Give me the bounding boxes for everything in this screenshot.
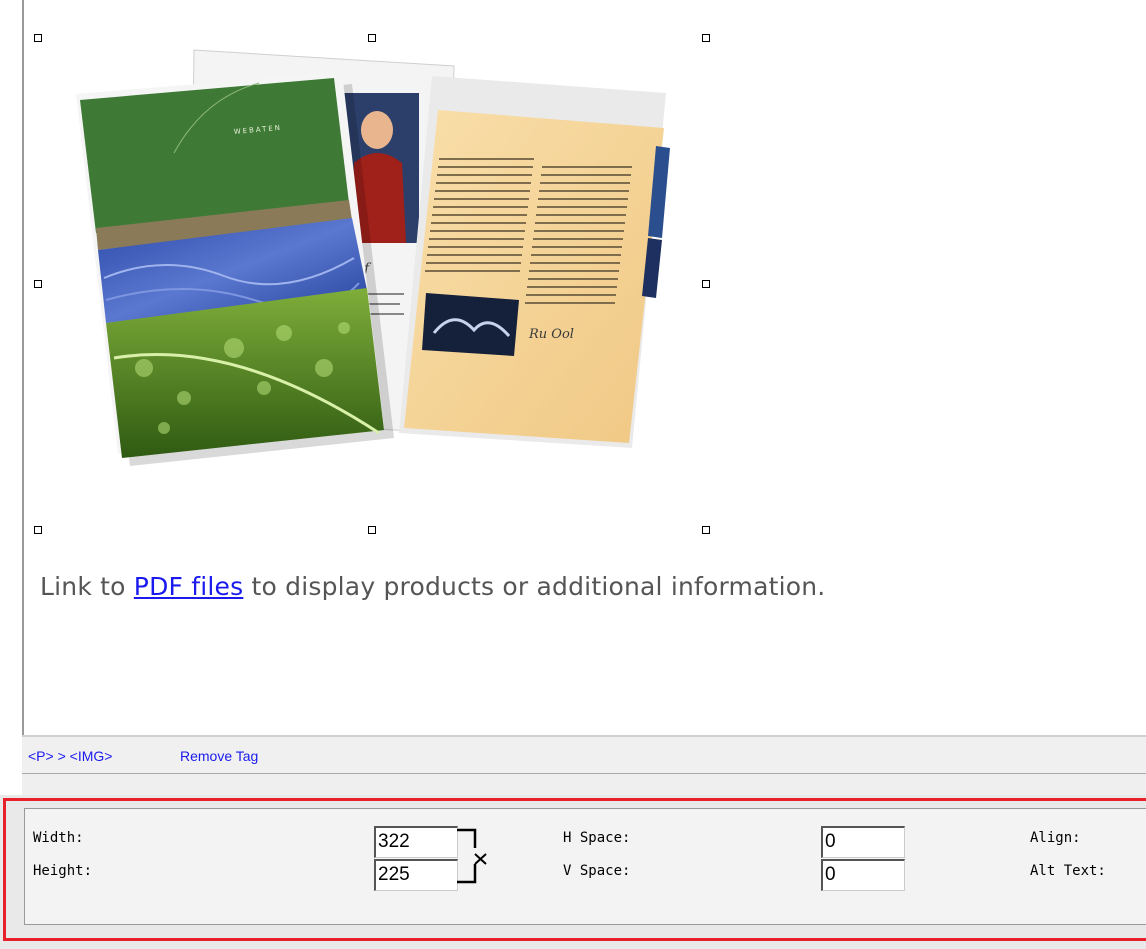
resize-handle-top-left[interactable]: [34, 34, 42, 42]
align-label: Align:: [1030, 830, 1081, 846]
vspace-label: V Space:: [563, 863, 631, 879]
height-label: Height:: [33, 863, 93, 879]
body-paragraph: Link to PDF files to display products or…: [40, 572, 825, 601]
tag-path[interactable]: <P> > <IMG>: [28, 748, 112, 764]
brochure-illustration: f Ru Ool WEBATEN: [76, 49, 670, 466]
resize-handle-bottom-right[interactable]: [702, 526, 710, 534]
width-label: Width:: [33, 830, 84, 846]
remove-tag-button[interactable]: Remove Tag: [180, 748, 258, 764]
editor-left-border: [22, 0, 24, 735]
resize-handle-middle-right[interactable]: [702, 280, 710, 288]
hspace-input[interactable]: 0: [821, 826, 905, 858]
height-input[interactable]: 225: [374, 859, 458, 891]
resize-handle-bottom-center[interactable]: [368, 526, 376, 534]
hspace-label: H Space:: [563, 830, 631, 846]
body-text-before-link: Link to: [40, 572, 134, 601]
tag-selector-bar: <P> > <IMG> Remove Tag: [22, 735, 1146, 775]
toolbar-divider-strip: [22, 773, 1146, 796]
resize-handle-top-right[interactable]: [702, 34, 710, 42]
resize-handle-middle-left[interactable]: [34, 280, 42, 288]
width-input[interactable]: 322: [374, 826, 458, 858]
resize-handle-top-center[interactable]: [368, 34, 376, 42]
body-text-after-link: to display products or additional inform…: [243, 572, 826, 601]
vspace-input[interactable]: 0: [821, 859, 905, 891]
brochure-image[interactable]: f Ru Ool WEBATEN: [34, 38, 710, 530]
resize-handle-bottom-left[interactable]: [34, 526, 42, 534]
pdf-files-link[interactable]: PDF files: [134, 572, 244, 601]
alt-text-label: Alt Text:: [1030, 863, 1106, 879]
svg-text:Ru Ool: Ru Ool: [528, 327, 574, 342]
constrain-proportions-icon[interactable]: [455, 826, 495, 886]
